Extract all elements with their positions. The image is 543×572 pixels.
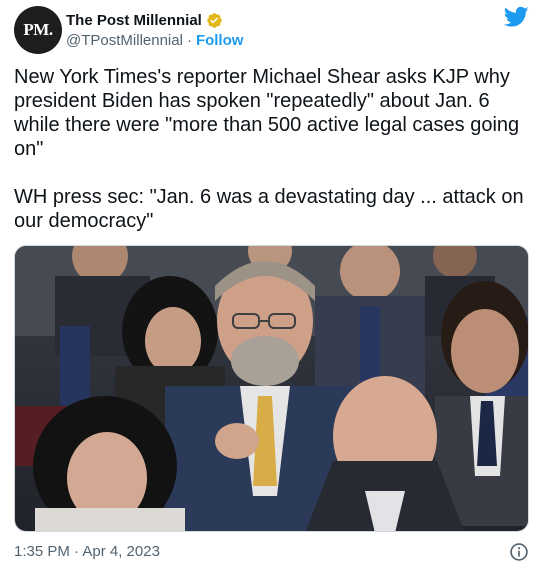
tweet-photo[interactable] [14, 245, 529, 532]
press-briefing-photo [15, 246, 528, 531]
handle[interactable]: @TPostMillennial [66, 32, 183, 49]
twitter-bird-icon[interactable] [504, 6, 529, 28]
tweet-text: New York Times's reporter Michael Shear … [14, 66, 524, 232]
handle-row: @TPostMillennial · Follow [66, 32, 243, 49]
tweet-header: PM. The Post Millennial @TPostMillennial… [14, 6, 529, 54]
avatar[interactable]: PM. [14, 6, 62, 54]
verified-badge-icon [207, 12, 222, 28]
timestamp-link[interactable]: 1:35 PM · Apr 4, 2023 [14, 543, 160, 560]
author-info: The Post Millennial @TPostMillennial · F… [66, 10, 243, 50]
tweet-footer: 1:35 PM · Apr 4, 2023 [14, 542, 529, 564]
separator: · [186, 32, 192, 49]
display-name[interactable]: The Post Millennial [66, 12, 202, 29]
follow-button[interactable]: Follow [196, 32, 244, 49]
info-icon[interactable] [509, 542, 529, 562]
display-name-row: The Post Millennial [66, 10, 243, 30]
